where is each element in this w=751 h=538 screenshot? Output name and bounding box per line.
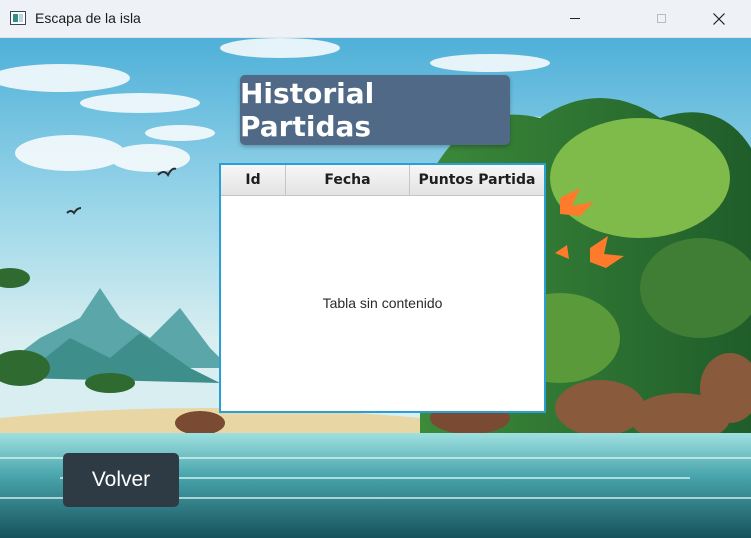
back-button[interactable]: Volver bbox=[63, 453, 179, 507]
close-icon bbox=[713, 12, 725, 25]
minimize-icon bbox=[570, 18, 580, 19]
window-title: Escapa de la isla bbox=[35, 10, 141, 26]
column-header-fecha[interactable]: Fecha bbox=[286, 165, 410, 195]
column-header-puntos-partida[interactable]: Puntos Partida bbox=[410, 165, 544, 195]
page-title: Historial Partidas bbox=[240, 75, 510, 145]
table-header: Id Fecha Puntos Partida bbox=[221, 165, 544, 196]
minimize-button[interactable] bbox=[552, 0, 598, 37]
history-table[interactable]: Id Fecha Puntos Partida Tabla sin conten… bbox=[219, 163, 546, 413]
app-window-icon bbox=[10, 11, 26, 25]
table-empty-placeholder: Tabla sin contenido bbox=[322, 295, 443, 311]
maximize-button[interactable] bbox=[638, 0, 684, 37]
close-button[interactable] bbox=[696, 0, 742, 37]
title-bar[interactable]: Escapa de la isla bbox=[0, 0, 751, 38]
column-header-id[interactable]: Id bbox=[221, 165, 286, 195]
maximize-icon bbox=[656, 14, 666, 23]
